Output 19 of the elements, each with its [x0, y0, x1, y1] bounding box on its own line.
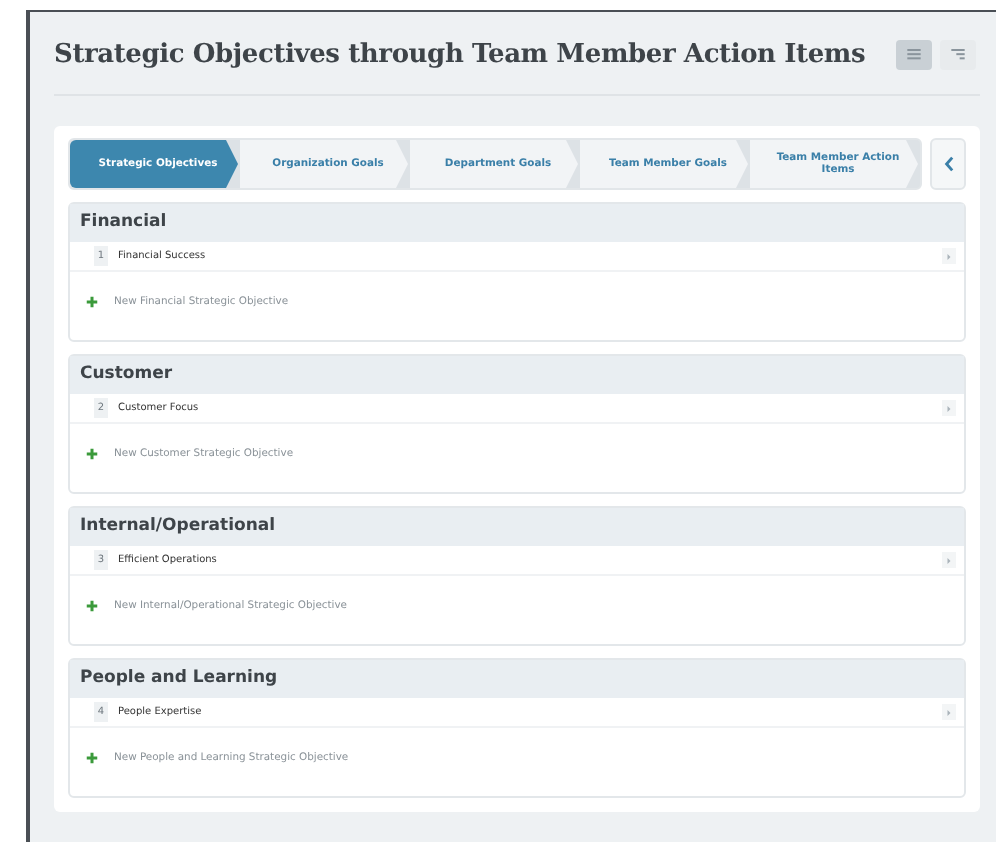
section-header: People and Learning	[70, 660, 964, 698]
expand-button[interactable]	[942, 400, 956, 416]
section-header: Customer	[70, 356, 964, 394]
page-title: Strategic Objectives through Team Member Action Items	[54, 39, 866, 69]
tree-icon	[948, 44, 968, 64]
expand-button[interactable]	[942, 248, 956, 264]
section-header: Internal/Operational	[70, 508, 964, 546]
list-icon	[904, 44, 924, 64]
view-toggle[interactable]	[940, 39, 976, 69]
expand-button[interactable]	[942, 704, 956, 720]
expand-button[interactable]	[942, 552, 956, 568]
plus-icon[interactable]	[86, 296, 98, 308]
section-header: Financial	[70, 204, 964, 242]
back-button[interactable]	[930, 138, 966, 190]
plus-icon[interactable]	[86, 600, 98, 612]
plus-icon[interactable]	[86, 448, 98, 460]
plus-icon[interactable]	[86, 752, 98, 764]
chevron-left-icon	[943, 156, 953, 172]
view-toggle[interactable]	[896, 39, 932, 69]
